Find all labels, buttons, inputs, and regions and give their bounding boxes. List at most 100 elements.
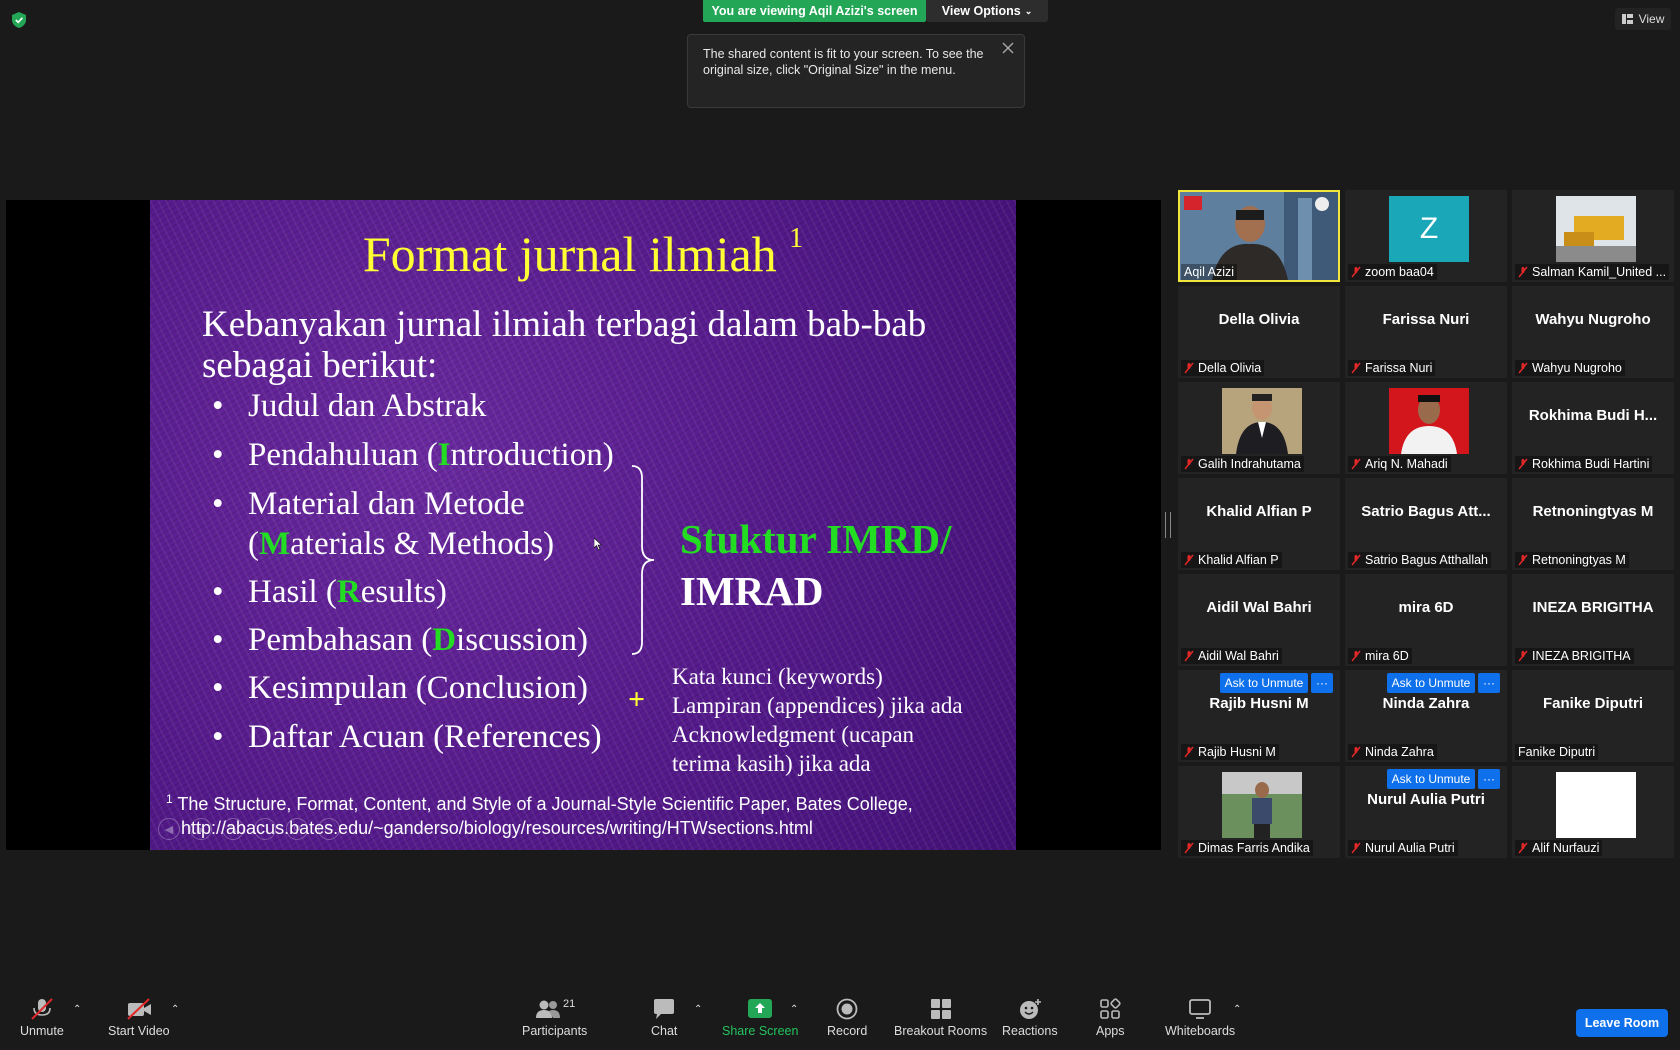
muted-mic-icon — [1351, 362, 1361, 374]
ask-to-unmute-button[interactable]: Ask to Unmute — [1387, 769, 1475, 789]
video-tile[interactable]: Salman Kamil_United ... — [1512, 190, 1674, 282]
avatar — [1389, 388, 1469, 454]
reactions-button[interactable]: Reactions — [1002, 998, 1058, 1038]
more-options-button[interactable]: ··· — [1478, 769, 1500, 789]
chat-button[interactable]: Chat — [651, 998, 677, 1038]
breakout-rooms-button[interactable]: Breakout Rooms — [894, 998, 987, 1038]
view-button[interactable]: View — [1615, 8, 1671, 30]
participant-name: Retnoningtyas M — [1532, 503, 1654, 520]
more-options-button[interactable]: ··· — [1478, 673, 1500, 693]
extra-sections: Kata kunci (keywords) Lampiran (appendic… — [672, 664, 963, 776]
share-options-chevron-icon[interactable]: ⌃ — [790, 1004, 798, 1015]
video-tile[interactable]: Rokhima Budi H... Rokhima Budi Hartini — [1512, 382, 1674, 474]
audio-options-chevron-icon[interactable]: ⌃ — [73, 1004, 81, 1015]
video-tile[interactable]: Ask to Unmute ··· Ninda Zahra Ninda Zahr… — [1345, 670, 1507, 762]
video-tile[interactable]: Dimas Farris Andika — [1178, 766, 1340, 858]
participants-button[interactable]: 21 Participants — [522, 998, 587, 1038]
ask-to-unmute-button[interactable]: Ask to Unmute — [1387, 673, 1475, 693]
video-tile[interactable]: Alif Nurfauzi — [1512, 766, 1674, 858]
slides-icon[interactable]: □ — [254, 818, 276, 840]
muted-mic-icon — [1518, 458, 1528, 470]
curly-brace — [631, 465, 655, 655]
participants-label: Participants — [522, 1024, 588, 1038]
video-tile[interactable]: Ask to Unmute ··· Nurul Aulia Putri Nuru… — [1345, 766, 1507, 858]
more-options-button[interactable]: ··· — [1311, 673, 1333, 693]
muted-mic-icon — [1184, 362, 1194, 374]
video-tile[interactable]: Z zoom baa04 — [1345, 190, 1507, 282]
video-tile[interactable]: mira 6D mira 6D — [1345, 574, 1507, 666]
more-options-icon[interactable]: ⋯ — [318, 818, 340, 840]
participant-name: Ninda Zahra — [1382, 695, 1470, 712]
close-icon[interactable] — [1001, 41, 1015, 55]
video-tile[interactable]: Aidil Wal Bahri Aidil Wal Bahri — [1178, 574, 1340, 666]
record-icon — [836, 998, 858, 1020]
share-screen-icon — [748, 999, 773, 1018]
record-button[interactable]: Record — [827, 998, 867, 1038]
video-tile[interactable]: Galih Indrahutama — [1178, 382, 1340, 474]
participant-name: Wahyu Nugroho — [1535, 311, 1651, 328]
video-tile[interactable]: Fanike Diputri Fanike Diputri — [1512, 670, 1674, 762]
participant-name-label: Fanike Diputri — [1518, 745, 1596, 759]
participant-name-label: INEZA BRIGITHA — [1532, 649, 1631, 663]
avatar — [1556, 772, 1636, 838]
unmute-button[interactable]: Unmute — [20, 998, 64, 1038]
viewing-screen-banner: You are viewing Aqil Azizi's screen — [703, 0, 926, 22]
whiteboards-button[interactable]: Whiteboards — [1165, 998, 1235, 1038]
participant-name: Satrio Bagus Att... — [1361, 503, 1491, 520]
muted-mic-icon — [1518, 650, 1528, 662]
participants-icon — [536, 1000, 561, 1018]
view-label: View — [1638, 12, 1665, 26]
video-tile[interactable]: Satrio Bagus Att... Satrio Bagus Atthall… — [1345, 478, 1507, 570]
leave-room-button[interactable]: Leave Room — [1576, 1009, 1668, 1037]
whiteboard-options-chevron-icon[interactable]: ⌃ — [1233, 1004, 1241, 1015]
video-tile[interactable]: Ask to Unmute ··· Rajib Husni M Rajib Hu… — [1178, 670, 1340, 762]
security-shield-icon[interactable] — [12, 12, 26, 28]
participant-name: Khalid Alfian P — [1206, 503, 1312, 520]
share-screen-button[interactable]: Share Screen — [722, 998, 798, 1038]
start-video-button[interactable]: Start Video — [108, 998, 170, 1038]
apps-label: Apps — [1096, 1024, 1125, 1038]
slide-intro: Kebanyakan jurnal ilmiah terbagi dalam b… — [202, 304, 927, 386]
video-tile[interactable]: Della Olivia Della Olivia — [1178, 286, 1340, 378]
participant-name: mira 6D — [1398, 599, 1454, 616]
muted-mic-icon — [1518, 554, 1528, 566]
video-tile[interactable]: Retnoningtyas M Retnoningtyas M — [1512, 478, 1674, 570]
muted-mic-icon — [1518, 266, 1528, 278]
participant-name-label: Aqil Azizi — [1184, 265, 1235, 279]
bullet-item: • Daftar Acuan (References) — [212, 719, 602, 755]
video-tile[interactable]: Farissa Nuri Farissa Nuri — [1345, 286, 1507, 378]
resize-splitter[interactable] — [1165, 512, 1171, 538]
whiteboard-icon — [1189, 999, 1211, 1019]
muted-mic-icon — [1184, 458, 1194, 470]
zoom-icon[interactable]: ⚲ — [286, 818, 308, 840]
apps-button[interactable]: Apps — [1096, 998, 1125, 1038]
video-options-chevron-icon[interactable]: ⌃ — [171, 1004, 179, 1015]
ask-to-unmute-button[interactable]: Ask to Unmute — [1220, 673, 1308, 693]
presentation-slide: Format jurnal ilmiah 1 Kebanyakan jurnal… — [150, 200, 1016, 850]
plus-sign: + — [628, 683, 646, 716]
video-tile[interactable]: Khalid Alfian P Khalid Alfian P — [1178, 478, 1340, 570]
breakout-rooms-icon — [930, 999, 951, 1019]
video-tile[interactable]: Aqil Azizi — [1178, 190, 1340, 282]
pen-icon[interactable]: ✎ — [222, 818, 244, 840]
next-slide-icon[interactable]: ▶ — [190, 818, 212, 840]
imrd-structure-label: Stuktur IMRD/ IMRAD — [680, 516, 952, 614]
bullet-item: • Material dan Metode — [212, 486, 525, 522]
participant-name-label: Aidil Wal Bahri — [1198, 649, 1279, 663]
participant-name-label: Satrio Bagus Atthallah — [1365, 553, 1488, 567]
video-tile[interactable]: INEZA BRIGITHA INEZA BRIGITHA — [1512, 574, 1674, 666]
participant-name-label: Wahyu Nugroho — [1532, 361, 1622, 375]
previous-slide-icon[interactable]: ◀ — [158, 818, 180, 840]
chevron-down-icon: ⌄ — [1024, 5, 1033, 16]
video-tile[interactable]: Ariq N. Mahadi — [1345, 382, 1507, 474]
view-options-button[interactable]: View Options ⌄ — [926, 0, 1048, 22]
avatar: Z — [1389, 196, 1469, 262]
chat-options-chevron-icon[interactable]: ⌃ — [694, 1004, 702, 1015]
view-options-label: View Options — [941, 4, 1021, 18]
video-tile[interactable]: Wahyu Nugroho Wahyu Nugroho — [1512, 286, 1674, 378]
muted-mic-icon — [1351, 554, 1361, 566]
muted-mic-icon — [1518, 842, 1528, 854]
muted-mic-icon — [1351, 746, 1361, 758]
participant-name: Fanike Diputri — [1542, 695, 1643, 712]
muted-mic-icon — [1351, 650, 1361, 662]
